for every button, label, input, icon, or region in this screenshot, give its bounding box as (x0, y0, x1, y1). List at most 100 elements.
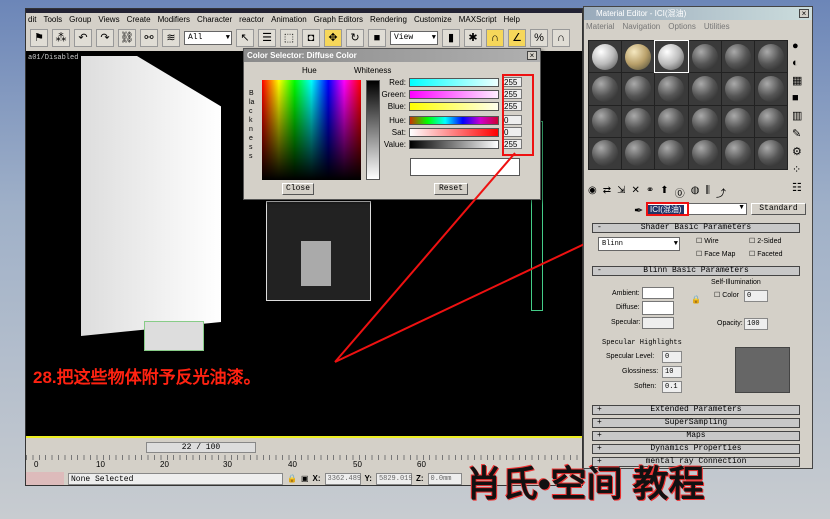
lock-icon[interactable]: 🔒 (691, 295, 701, 304)
material-sphere (592, 43, 619, 70)
dynamics-properties-rollout[interactable]: + Dynamics Properties (592, 444, 800, 454)
sample-slot[interactable] (622, 137, 655, 169)
make-unique-icon[interactable]: ⚭ (646, 185, 654, 200)
background-icon[interactable]: ▦ (792, 74, 802, 87)
menu-options[interactable]: Options (668, 22, 696, 31)
checkbox-label: Faceted (757, 251, 783, 258)
show-map-icon[interactable]: ◍ (691, 185, 700, 200)
put-to-scene-icon[interactable]: ⇄ (603, 185, 611, 200)
sample-slot[interactable] (654, 39, 689, 74)
material-type-button[interactable]: Standard (751, 203, 806, 215)
sample-slot[interactable] (655, 105, 688, 137)
material-sphere (625, 43, 652, 70)
uv-tiling-icon[interactable]: ■ (792, 92, 802, 104)
sample-slot[interactable] (721, 105, 754, 137)
face-map-checkbox[interactable]: ☐ Face Map (696, 250, 735, 258)
shader-rollout-header[interactable]: - Shader Basic Parameters (592, 223, 800, 233)
select-by-material-icon[interactable]: ⁘ (792, 163, 802, 176)
sample-slot[interactable] (589, 105, 622, 137)
sample-slot[interactable] (754, 41, 787, 73)
rollout-title: SuperSampling (664, 418, 728, 427)
material-sphere (691, 75, 718, 102)
material-toolbar: ◉ ⇄ ⇲ ✕ ⚭ ⬆ ⓪ ◍ ⫼ ⤴ (588, 185, 726, 200)
material-sphere (757, 108, 784, 135)
sample-slot[interactable] (688, 73, 721, 105)
sample-type-icon[interactable]: ● (792, 40, 802, 52)
show-end-result-icon[interactable]: ⫼ (705, 185, 710, 200)
two-sided-checkbox[interactable]: ☐ 2-Sided (749, 237, 781, 245)
material-sphere (724, 140, 751, 167)
sample-slot[interactable] (721, 41, 754, 73)
supersampling-rollout[interactable]: + SuperSampling (592, 418, 800, 428)
checkbox-label: Wire (704, 238, 719, 245)
menu-navigation[interactable]: Navigation (622, 22, 660, 31)
video-check-icon[interactable]: ▥ (792, 109, 802, 122)
sample-slot[interactable] (589, 137, 622, 169)
sample-slot[interactable] (754, 137, 787, 169)
diffuse-label: Diffuse: (616, 304, 640, 311)
sample-slot[interactable] (688, 105, 721, 137)
blinn-rollout-header[interactable]: - Blinn Basic Parameters (592, 266, 800, 276)
sample-slot[interactable] (721, 137, 754, 169)
sample-slot[interactable] (589, 73, 622, 105)
sample-slot[interactable] (622, 105, 655, 137)
sample-slot[interactable] (622, 73, 655, 105)
self-illum-color-checkbox[interactable]: ☐ Color (714, 291, 739, 299)
eyedropper-icon[interactable]: ✒ (634, 204, 643, 217)
sample-slot[interactable] (754, 105, 787, 137)
go-to-parent-icon[interactable]: ⤴ (716, 185, 726, 200)
sample-slot[interactable] (655, 137, 688, 169)
put-to-library-icon[interactable]: ⬆ (660, 185, 668, 200)
checkbox-label: Color (722, 292, 739, 299)
self-illumination-label: Self-Illumination (711, 279, 761, 286)
specular-swatch[interactable] (642, 317, 674, 329)
highlight-curve-preview (735, 347, 790, 393)
material-sphere (592, 108, 619, 135)
specular-level-label: Specular Level: (606, 353, 655, 360)
specular-highlights-label: Specular Highlights (602, 339, 682, 347)
menu-material[interactable]: Material (586, 22, 614, 31)
window-close-icon[interactable]: × (799, 9, 809, 18)
watermark-logo: 肖氏•空间 教程 (466, 463, 705, 504)
menu-utilities[interactable]: Utilities (704, 22, 730, 31)
get-material-icon[interactable]: ◉ (588, 185, 597, 200)
material-sphere (757, 140, 784, 167)
faceted-checkbox[interactable]: ☐ Faceted (749, 250, 783, 258)
chevron-down-icon[interactable]: ▼ (738, 204, 745, 211)
sample-slot[interactable] (688, 41, 721, 73)
delete-icon[interactable]: ✕ (632, 185, 640, 200)
glossiness-label: Glossiness: (622, 368, 659, 375)
glossiness-spinner[interactable]: 10 (662, 366, 682, 378)
extended-parameters-rollout[interactable]: + Extended Parameters (592, 405, 800, 415)
soften-label: Soften: (634, 383, 657, 390)
sample-slot[interactable] (589, 41, 622, 73)
assign-material-icon[interactable]: ⇲ (617, 185, 625, 200)
sample-slot[interactable] (622, 41, 655, 73)
rollout-title: Dynamics Properties (650, 444, 742, 453)
sample-slot[interactable] (688, 137, 721, 169)
sample-slot[interactable] (655, 73, 688, 105)
ambient-swatch[interactable] (642, 287, 674, 299)
wire-checkbox[interactable]: ☐ Wire (696, 237, 719, 245)
material-navigator-icon[interactable]: ☷ (792, 181, 802, 194)
material-effects-icon[interactable]: ⓪ (675, 185, 685, 200)
maps-rollout[interactable]: + Maps (592, 431, 800, 441)
diffuse-swatch[interactable] (642, 301, 674, 315)
specular-level-spinner[interactable]: 0 (662, 351, 682, 363)
make-preview-icon[interactable]: ✎ (792, 127, 802, 140)
backlight-icon[interactable]: ◐ (792, 57, 802, 69)
side-toolbar: ● ◐ ▦ ■ ▥ ✎ ⚙ ⁘ ☷ (792, 40, 802, 194)
options-icon[interactable]: ⚙ (792, 145, 802, 158)
shader-dropdown[interactable]: Blinn (598, 237, 680, 251)
sample-slots (588, 39, 788, 170)
material-sphere (691, 43, 718, 70)
opacity-label: Opacity: (717, 320, 743, 327)
material-sphere (691, 140, 718, 167)
material-editor-title: Material Editor - ICI(混油) (584, 7, 812, 20)
rollout-title: Blinn Basic Parameters (643, 266, 749, 275)
sample-slot[interactable] (754, 73, 787, 105)
opacity-spinner[interactable]: 100 (744, 318, 768, 330)
sample-slot[interactable] (721, 73, 754, 105)
soften-spinner[interactable]: 0.1 (662, 381, 682, 393)
self-illum-spinner[interactable]: 0 (744, 290, 768, 302)
